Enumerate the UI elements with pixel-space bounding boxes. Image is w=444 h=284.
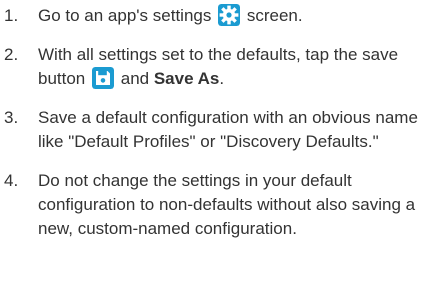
step-text-middle: and <box>120 69 150 88</box>
step-number: 4. <box>4 171 19 190</box>
list-item: 2. With all settings set to the defaults… <box>4 43 440 91</box>
step-text: With all settings set to the defaults, t… <box>38 43 440 91</box>
gear-icon <box>218 4 241 26</box>
list-item: 4. Do not change the settings in your de… <box>4 169 440 241</box>
step-number: 3. <box>4 108 19 127</box>
step-text-before: Go to an app's settings <box>38 6 212 25</box>
step-text: Go to an app's settings screen. <box>38 4 440 28</box>
list-item: 1. Go to an app's settings screen. <box>4 4 440 28</box>
step-text-after: . <box>219 69 225 88</box>
save-as-emphasis: Save As <box>153 69 220 88</box>
step-number: 2. <box>4 45 19 64</box>
step-text-after: screen. <box>246 6 303 25</box>
list-item: 3. Save a default configuration with an … <box>4 106 440 154</box>
save-icon <box>92 67 114 89</box>
instruction-list: 1. Go to an app's settings screen. 2. Wi… <box>4 4 440 256</box>
step-text: Save a default configuration with an obv… <box>38 108 418 151</box>
step-text: Do not change the settings in your defau… <box>38 171 416 238</box>
step-number: 1. <box>4 6 19 25</box>
